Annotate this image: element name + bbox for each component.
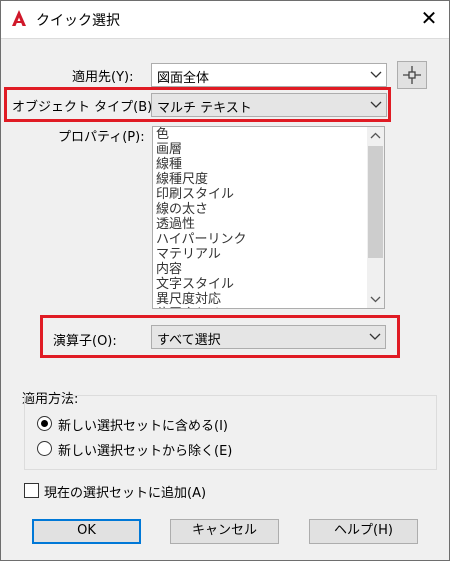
help-button[interactable]: ヘルプ(H) <box>309 519 418 544</box>
exclude-radio-label[interactable]: 新しい選択セットから除く(E) <box>58 440 232 459</box>
cancel-button[interactable]: キャンセル <box>170 519 279 544</box>
property-list-item[interactable]: 線の太さ <box>156 202 366 217</box>
include-radio-label[interactable]: 新しい選択セットに含める(I) <box>58 415 228 434</box>
property-list-item[interactable]: 文字スタイル <box>156 277 366 292</box>
properties-listbox[interactable]: 色画層 線種 線種尺度 印刷スタイル 線の太さ 透過性 ハイパーリンク マテリアル 内容 文字スタ… <box>152 126 385 309</box>
close-icon: ✕ <box>420 6 438 30</box>
property-list-item[interactable]: 色 <box>156 127 366 142</box>
property-list-item[interactable]: 線種 <box>156 157 366 172</box>
title-bar: クイック選択 ✕ <box>0 0 450 38</box>
property-list-item[interactable]: 画層 <box>156 142 366 157</box>
scroll-up-icon[interactable] <box>367 127 384 144</box>
highlight-box-operator <box>40 315 400 358</box>
property-list-item[interactable]: 内容 <box>156 262 366 277</box>
property-list-item[interactable]: マテリアル <box>156 247 366 262</box>
apply-to-dropdown[interactable]: 図面全体 <box>151 63 387 87</box>
append-checkbox[interactable] <box>24 483 39 498</box>
properties-label: プロパティ(P): <box>58 130 145 145</box>
crosshair-pick-icon <box>403 66 421 84</box>
window-title: クイック選択 <box>36 13 120 29</box>
property-list-item[interactable]: 透過性 <box>156 217 366 232</box>
append-checkbox-label[interactable]: 現在の選択セットに追加(A) <box>44 482 206 501</box>
select-objects-button[interactable] <box>397 61 427 89</box>
apply-to-label: 適用先(Y): <box>72 70 134 85</box>
autocad-logo-icon <box>12 10 26 26</box>
property-list-item[interactable]: 位置合わせ <box>156 307 366 308</box>
chevron-down-icon <box>370 71 382 78</box>
property-list-item[interactable]: 線種尺度 <box>156 172 366 187</box>
properties-list: 色画層 線種 線種尺度 印刷スタイル 線の太さ 透過性 ハイパーリンク マテリアル 内容 文字スタ… <box>156 127 366 308</box>
property-list-item[interactable]: 印刷スタイル <box>156 187 366 202</box>
property-list-item[interactable]: 異尺度対応 <box>156 292 366 307</box>
property-list-item[interactable]: ハイパーリンク <box>156 232 366 247</box>
close-button[interactable]: ✕ <box>412 3 446 33</box>
properties-scrollbar[interactable] <box>367 127 384 308</box>
exclude-radio[interactable] <box>37 441 52 456</box>
scroll-down-icon[interactable] <box>367 291 384 308</box>
highlight-box-object-type <box>4 87 391 122</box>
ok-button[interactable]: OK <box>32 519 141 544</box>
scroll-thumb[interactable] <box>368 146 383 258</box>
radio-dot <box>41 420 48 427</box>
include-radio[interactable] <box>37 416 52 431</box>
apply-to-value: 図面全体 <box>157 71 210 86</box>
